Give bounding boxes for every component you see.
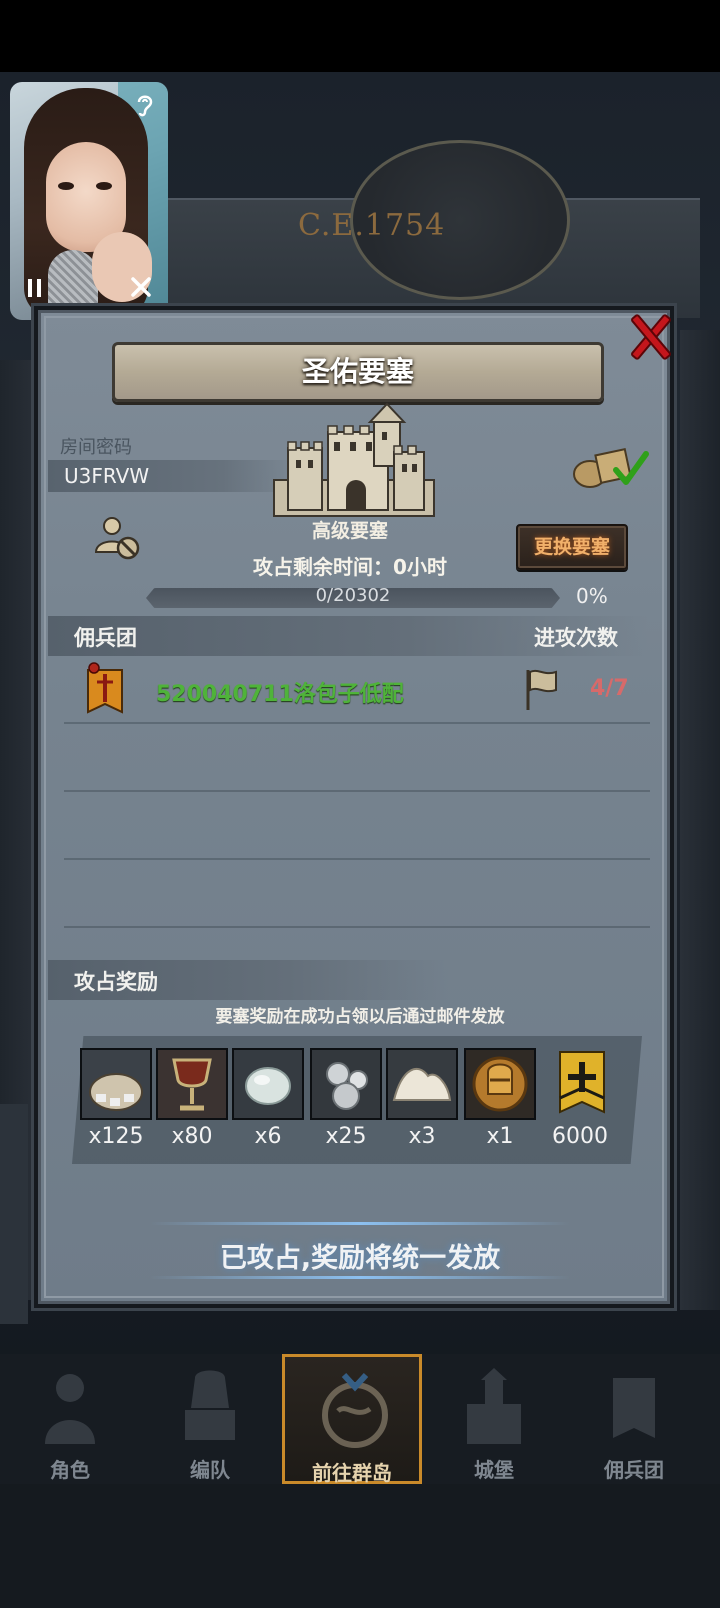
room-code: U3FRVW (64, 464, 150, 488)
reward-item[interactable]: x80 (156, 1048, 228, 1149)
islands-icon (322, 1372, 388, 1448)
status-bar (0, 0, 720, 72)
supply-bag-check-icon[interactable] (570, 440, 650, 490)
reward-note: 要塞奖励在成功占领以后通过邮件发放 (215, 1007, 505, 1027)
claim-divider-top (150, 1222, 570, 1225)
salt-pile-icon (386, 1048, 458, 1120)
guild-banner-icon (87, 662, 123, 714)
reward-item[interactable]: x125 (80, 1048, 152, 1149)
nav-mercenary[interactable]: 佣兵团 (564, 1354, 704, 1484)
no-entry-person-icon[interactable] (94, 514, 142, 562)
reward-item[interactable]: x6 (232, 1048, 304, 1149)
row-divider (64, 790, 650, 792)
room-password-label: 房间密码 (60, 437, 132, 458)
supply-sack-icon (80, 1048, 152, 1120)
castle-icon (467, 1368, 521, 1444)
era-label: C.E.1754 (298, 208, 446, 243)
reward-item[interactable]: 6000 (546, 1048, 618, 1149)
right-map-edge (680, 330, 720, 1310)
member-name[interactable]: 520040711洛包子低配 (156, 676, 404, 708)
reward-item[interactable]: x3 (386, 1048, 458, 1149)
floating-video-player[interactable] (10, 82, 168, 320)
occupy-time-remaining: 攻占剩余时间：0小时 (253, 555, 447, 579)
claim-status: 已攻占,奖励将统一发放 (219, 1243, 501, 1274)
ear-icon[interactable] (134, 92, 156, 123)
pause-icon[interactable] (26, 278, 44, 302)
nav-castle[interactable]: 城堡 (424, 1354, 564, 1484)
reward-item[interactable]: x25 (310, 1048, 382, 1149)
row-divider (64, 722, 650, 724)
knight-medal-icon (464, 1048, 536, 1120)
formation-icon (185, 1370, 235, 1440)
goblet-icon (156, 1048, 228, 1120)
change-fortress-button[interactable]: 更换要塞 (516, 524, 628, 570)
progress-value-text: 0/20302 (315, 585, 391, 606)
moonstone-icon (232, 1048, 304, 1120)
honor-banner-icon (546, 1048, 618, 1120)
character-icon (45, 1374, 95, 1444)
title-plate: 圣佑要塞 (112, 342, 604, 402)
mercenary-section-title: 佣兵团 (74, 626, 137, 650)
attack-count-header: 进攻次数 (534, 626, 618, 650)
fortress-grade: 高级要塞 (311, 520, 388, 542)
reward-item[interactable]: x1 (464, 1048, 536, 1149)
nav-character[interactable]: 角色 (0, 1354, 140, 1484)
fortress-castle-icon (273, 402, 435, 517)
nav-formation[interactable]: 编队 (140, 1354, 280, 1484)
close-icon[interactable] (130, 276, 152, 302)
silver-ore-icon (310, 1048, 382, 1120)
member-attack-count: 4/7 (590, 676, 629, 701)
bottom-empty-area (0, 1484, 720, 1608)
nav-go-islands[interactable]: 前往群岛 (282, 1354, 422, 1485)
row-divider (64, 926, 650, 928)
dialog-close-button[interactable] (618, 306, 682, 368)
dialog-title: 圣佑要塞 (301, 355, 414, 388)
attack-flag-icon (526, 669, 557, 710)
row-divider (64, 858, 650, 860)
progress-percent: 0% (576, 584, 608, 608)
side-tab-button[interactable] (0, 1104, 28, 1324)
mercenary-icon (613, 1378, 655, 1438)
reward-section-title: 攻占奖励 (74, 970, 158, 994)
claim-divider-bottom (150, 1276, 570, 1279)
